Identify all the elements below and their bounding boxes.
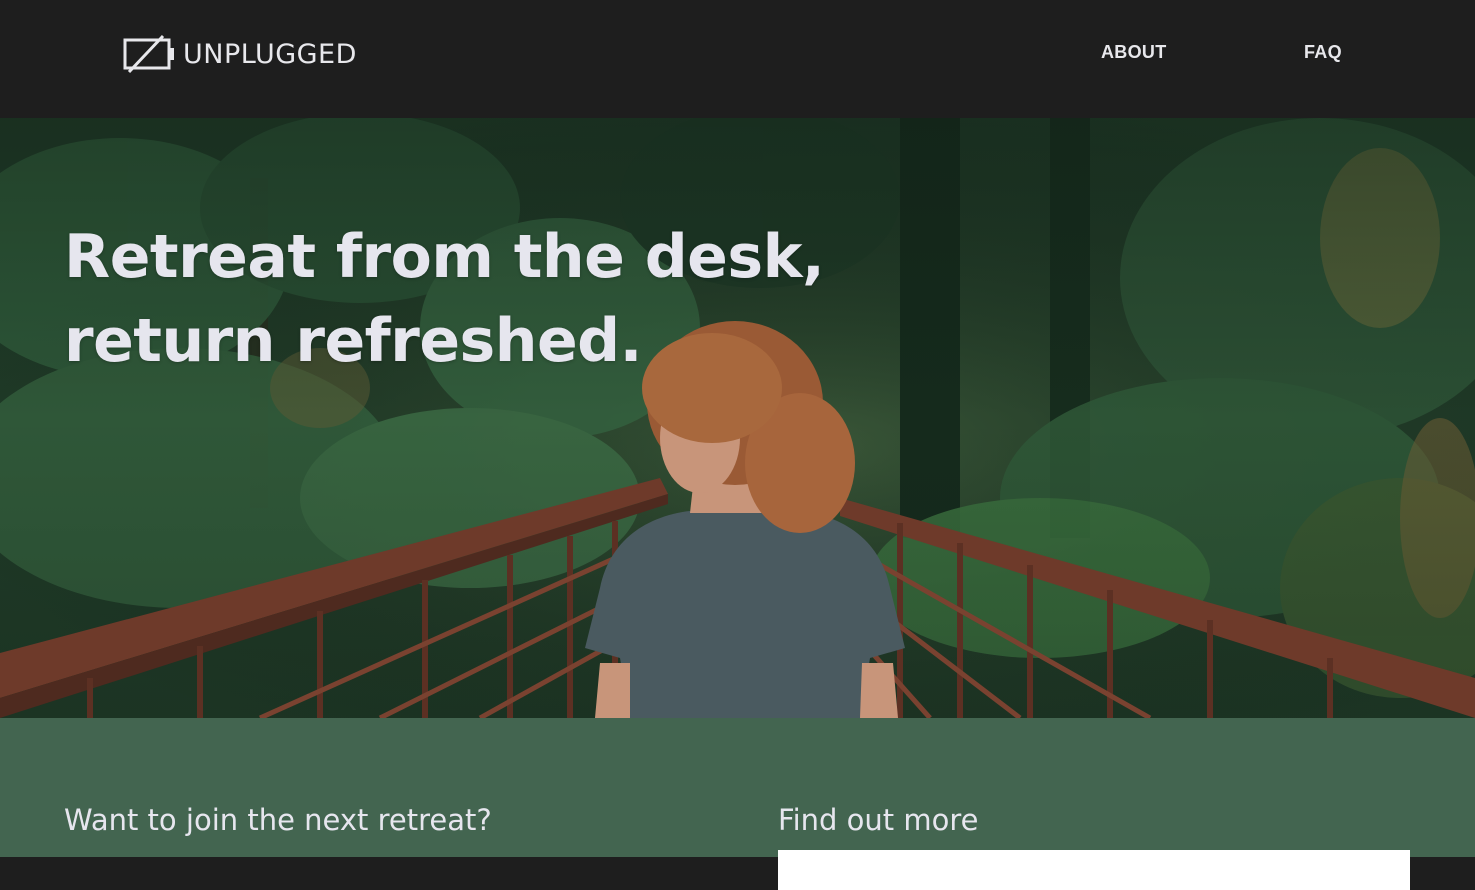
hero-headline: Retreat from the desk, return refreshed. <box>64 215 825 383</box>
unplugged-battery-icon <box>123 34 174 74</box>
hero-section: Retreat from the desk, return refreshed. <box>0 118 1475 718</box>
nav-about-link[interactable]: ABOUT <box>1101 42 1167 63</box>
logo-text: UNPLUGGED <box>183 38 357 70</box>
find-out-more-heading: Find out more <box>778 803 979 837</box>
hero-headline-line1: Retreat from the desk, <box>64 222 825 292</box>
hero-forest-bridge-photo <box>0 118 1475 718</box>
logo-link[interactable]: UNPLUGGED <box>123 34 357 74</box>
join-retreat-heading: Want to join the next retreat? <box>64 803 492 837</box>
nav-faq-link[interactable]: FAQ <box>1304 42 1342 63</box>
find-out-more-input[interactable] <box>778 850 1410 890</box>
hero-headline-line2: return refreshed. <box>64 306 642 376</box>
cta-section: Want to join the next retreat? Find out … <box>0 718 1475 890</box>
site-header: UNPLUGGED ABOUT FAQ <box>0 0 1475 118</box>
